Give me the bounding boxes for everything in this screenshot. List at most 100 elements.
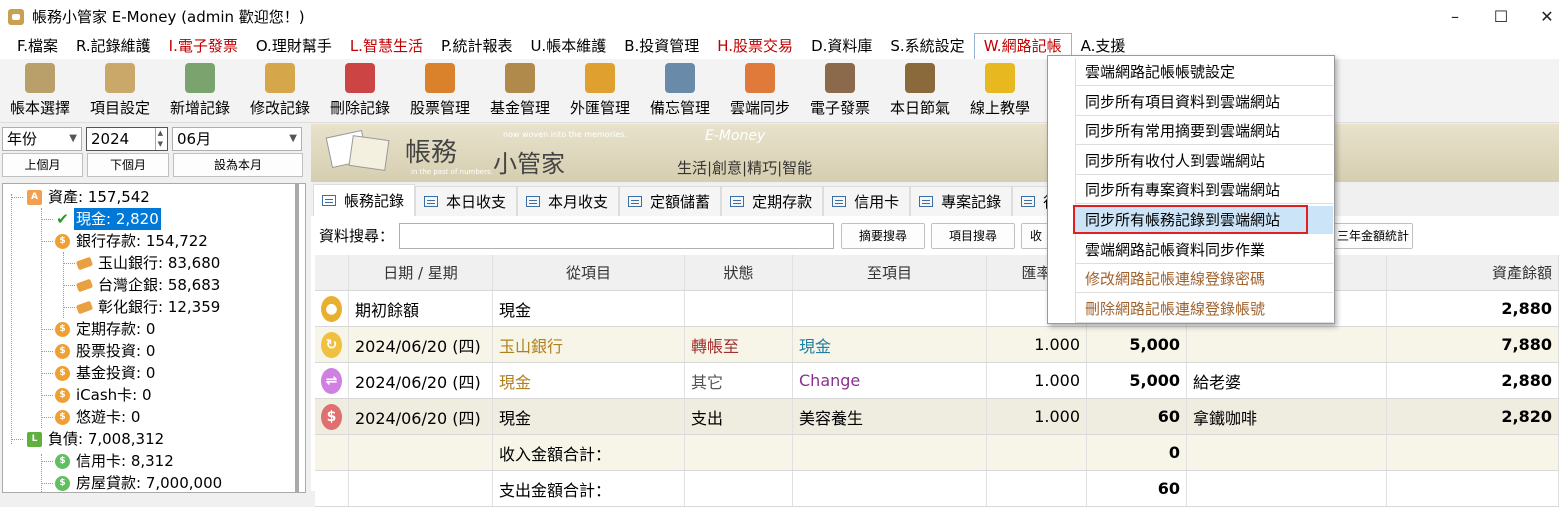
toolbar-button-8[interactable]: 備忘管理 xyxy=(640,59,720,123)
tab-0[interactable]: 帳務記錄 xyxy=(313,184,416,216)
tree-scrollbar[interactable] xyxy=(295,184,299,492)
maximize-button[interactable]: ☐ xyxy=(1478,0,1524,33)
tree-node[interactable]: ✔ 現金: 2,820 xyxy=(55,208,161,230)
grid-header-cell[interactable]: 從項目 xyxy=(493,255,685,290)
grid-cell: ↻ xyxy=(315,327,349,362)
settings-doc-icon xyxy=(105,63,135,93)
toolbar-button-10[interactable]: 電子發票 xyxy=(800,59,880,123)
main-panel: 帳務 小管家 now woven into the memories. in t… xyxy=(311,124,1559,507)
tree-node[interactable]: $ iCash卡: 0 xyxy=(55,384,154,406)
grid-cell: 0 xyxy=(1087,435,1187,470)
tree-node[interactable]: 玉山銀行: 83,680 xyxy=(75,252,222,274)
coin-icon: $ xyxy=(55,387,70,403)
account-tree[interactable]: A 資產: 157,542 ✔ 現金: 2,820 $ 銀行存款: 154,722 玉山銀行… xyxy=(2,183,306,493)
tree-node[interactable]: $ 定期存款: 0 xyxy=(55,318,157,340)
toolbar-button-3[interactable]: 修改記錄 xyxy=(240,59,320,123)
menu-1[interactable]: R.記錄維護 xyxy=(67,33,160,59)
grid-header-cell[interactable]: 至項目 xyxy=(793,255,987,290)
year-type-select[interactable]: 年份 ▼ xyxy=(2,127,82,151)
toolbar-button-4[interactable]: 刪除記錄 xyxy=(320,59,400,123)
table-row[interactable]: 支出金額合計： 60 xyxy=(315,471,1559,507)
menu-5[interactable]: P.統計報表 xyxy=(432,33,521,59)
dropdown-item-7[interactable]: 修改網路記帳連線登錄密碼 xyxy=(1075,265,1333,294)
toolbar-button-9[interactable]: 雲端同步 xyxy=(720,59,800,123)
grid-cell: 支出金額合計： xyxy=(493,471,685,506)
month-select[interactable]: 06月 ▼ xyxy=(172,127,302,151)
table-row[interactable]: ● 期初餘額 現金 2,880 xyxy=(315,291,1559,327)
tab-2[interactable]: 本月收支 xyxy=(517,186,620,216)
grid-cell: ● xyxy=(315,291,349,326)
close-button[interactable]: ✕ xyxy=(1524,0,1559,33)
dropdown-item-3[interactable]: 同步所有收付人到雲端網站 xyxy=(1075,147,1333,175)
toolbar-label: 帳本選擇 xyxy=(9,99,70,117)
menu-0[interactable]: F.檔案 xyxy=(8,33,67,59)
tree-node[interactable]: 台灣企銀: 58,683 xyxy=(75,274,222,296)
toolbar-button-2[interactable]: 新增記錄 xyxy=(160,59,240,123)
table-icon xyxy=(832,196,847,207)
table-row[interactable]: $2024/06/20 (四) 現金 支出 美容養生 1.000 60 拿鐵咖啡 2,820 xyxy=(315,399,1559,435)
memo-icon xyxy=(665,63,695,93)
dropdown-item-4[interactable]: 同步所有專案資料到雲端網站 xyxy=(1075,176,1333,205)
toolbar-button-12[interactable]: 線上教學 xyxy=(960,59,1040,123)
summary-search-button[interactable]: 摘要搜尋 xyxy=(841,223,925,249)
tab-6[interactable]: 專案記錄 xyxy=(910,186,1013,216)
tree-node[interactable]: $ 基金投資: 0 xyxy=(55,362,157,384)
dropdown-item-2[interactable]: 同步所有常用摘要到雲端網站 xyxy=(1075,117,1333,146)
toolbar-button-0[interactable]: 帳本選擇 xyxy=(0,59,80,123)
transfer-icon: ↻ xyxy=(321,331,342,358)
menu-6[interactable]: U.帳本維護 xyxy=(521,33,615,59)
table-row[interactable]: 收入金額合計： 0 xyxy=(315,435,1559,471)
tree-node[interactable]: A 資產: 157,542 xyxy=(27,186,152,208)
menu-4[interactable]: L.智慧生活 xyxy=(341,33,432,59)
tree-node[interactable]: L 負債: 7,008,312 xyxy=(27,428,166,450)
tab-1[interactable]: 本日收支 xyxy=(415,186,518,216)
grid-header-cell[interactable]: 日期 / 星期 xyxy=(349,255,493,290)
grid-header-cell[interactable] xyxy=(315,255,349,290)
tree-node[interactable]: 彰化銀行: 12,359 xyxy=(75,296,222,318)
item-search-button[interactable]: 項目搜尋 xyxy=(931,223,1015,249)
tree-node[interactable]: $ 銀行存款: 154,722 xyxy=(55,230,210,252)
menu-8[interactable]: H.股票交易 xyxy=(708,33,802,59)
menu-10[interactable]: S.系統設定 xyxy=(881,33,973,59)
dropdown-item-8[interactable]: 刪除網路記帳連線登錄帳號 xyxy=(1075,295,1333,323)
set-current-month-button[interactable]: 設為本月 xyxy=(173,153,303,177)
dropdown-item-6[interactable]: 雲端網路記帳資料同步作業 xyxy=(1075,236,1333,264)
grid-cell: 2024/06/20 (四) xyxy=(349,327,493,362)
table-row[interactable]: ↻ 2024/06/20 (四) 玉山銀行 轉帳至 現金 1.000 5,000 7,880 xyxy=(315,327,1559,363)
year-spinner[interactable]: 2024 ▲ ▼ xyxy=(86,127,168,151)
menu-7[interactable]: B.投資管理 xyxy=(615,33,708,59)
dropdown-item-1[interactable]: 同步所有項目資料到雲端網站 xyxy=(1075,88,1333,116)
grid-cell xyxy=(1387,435,1559,470)
tab-4[interactable]: 定期存款 xyxy=(721,186,824,216)
tree-connector xyxy=(41,373,53,374)
grid-cell: 1.000 xyxy=(987,327,1087,362)
tree-node[interactable]: $ 悠遊卡: 0 xyxy=(55,406,142,428)
toolbar-button-6[interactable]: 基金管理 xyxy=(480,59,560,123)
toolbar-button-1[interactable]: 項目設定 xyxy=(80,59,160,123)
menu-3[interactable]: O.理財幫手 xyxy=(247,33,341,59)
tree-node[interactable]: $ 股票投資: 0 xyxy=(55,340,157,362)
grid-header-cell[interactable]: 資產餘額 xyxy=(1387,255,1559,290)
coin-icon: $ xyxy=(55,365,70,381)
next-month-button[interactable]: 下個月 xyxy=(87,153,169,177)
tab-label: 本月收支 xyxy=(548,192,609,211)
table-row[interactable]: ⇌ 2024/06/20 (四) 現金 其它 Change 1.000 5,000 給老婆 2,… xyxy=(315,363,1559,399)
three-year-stats-button[interactable]: 三年金額統計 xyxy=(1333,223,1413,249)
menu-2[interactable]: I.電子發票 xyxy=(160,33,247,59)
tree-node[interactable]: $ 房屋貸款: 7,000,000 xyxy=(55,472,224,492)
tab-5[interactable]: 信用卡 xyxy=(823,186,911,216)
prev-month-button[interactable]: 上個月 xyxy=(2,153,83,177)
toolbar-button-5[interactable]: 股票管理 xyxy=(400,59,480,123)
minimize-button[interactable]: – xyxy=(1432,0,1478,33)
dropdown-item-0[interactable]: 雲端網路記帳帳號設定 xyxy=(1075,58,1333,86)
grid-header-cell[interactable]: 狀態 xyxy=(685,255,793,290)
table-icon xyxy=(424,196,439,207)
tree-node[interactable]: $ 信用卡: 8,312 xyxy=(55,450,176,472)
tab-3[interactable]: 定額儲蓄 xyxy=(619,186,722,216)
toolbar-button-7[interactable]: 外匯管理 xyxy=(560,59,640,123)
menu-9[interactable]: D.資料庫 xyxy=(802,33,881,59)
tree-connector xyxy=(41,351,53,352)
qr-invoice-icon xyxy=(825,63,855,93)
search-input[interactable] xyxy=(399,223,834,249)
toolbar-button-11[interactable]: 本日節氣 xyxy=(880,59,960,123)
